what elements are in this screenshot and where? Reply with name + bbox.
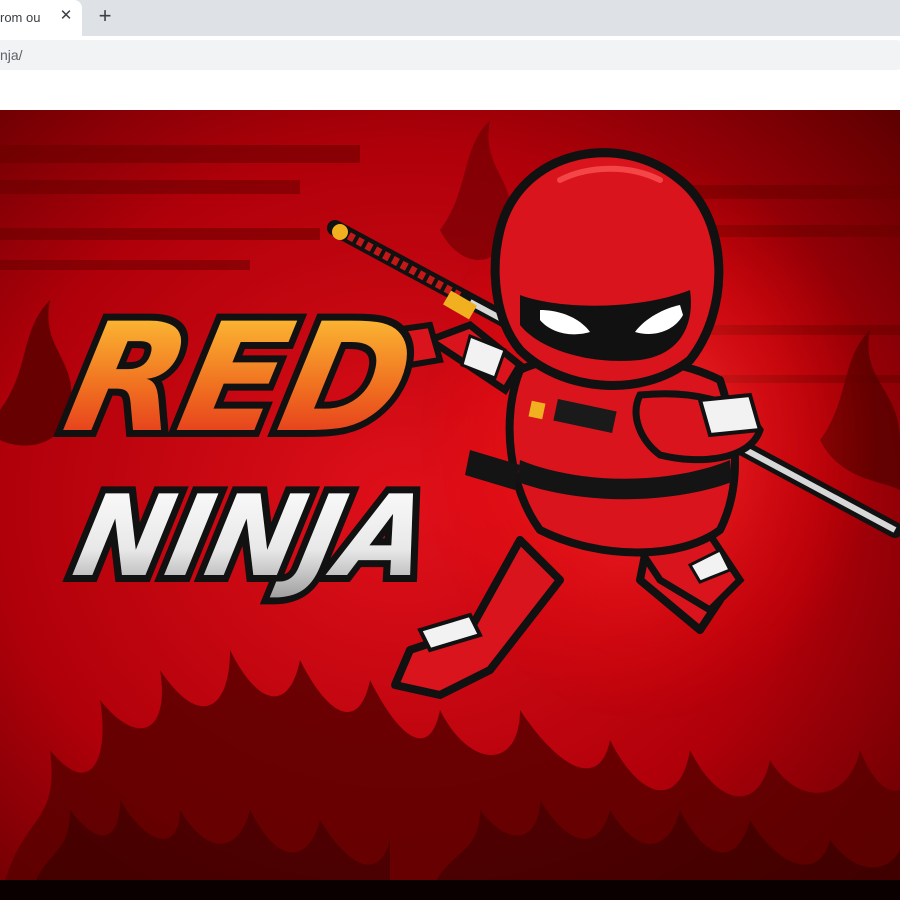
new-tab-button[interactable]: + — [94, 5, 116, 28]
tab-title: rom our — [0, 10, 40, 25]
address-bar[interactable]: nja/ — [0, 40, 900, 70]
page-top-margin — [0, 72, 900, 110]
browser-tab[interactable]: rom our ✕ — [0, 0, 82, 36]
logo-text-red: RED — [52, 291, 426, 466]
tab-strip: rom our ✕ + — [0, 0, 900, 36]
logo: RED NINJA — [45, 284, 446, 609]
banner-bottom-edge — [0, 880, 900, 900]
red-ninja-banner: RED NINJA — [0, 110, 900, 900]
logo-text-ninja: NINJA — [64, 471, 439, 602]
address-bar-url: nja/ — [0, 47, 23, 63]
banner-artwork: RED NINJA — [0, 110, 900, 900]
close-icon[interactable]: ✕ — [58, 8, 74, 24]
browser-toolbar: nja/ — [0, 36, 900, 72]
